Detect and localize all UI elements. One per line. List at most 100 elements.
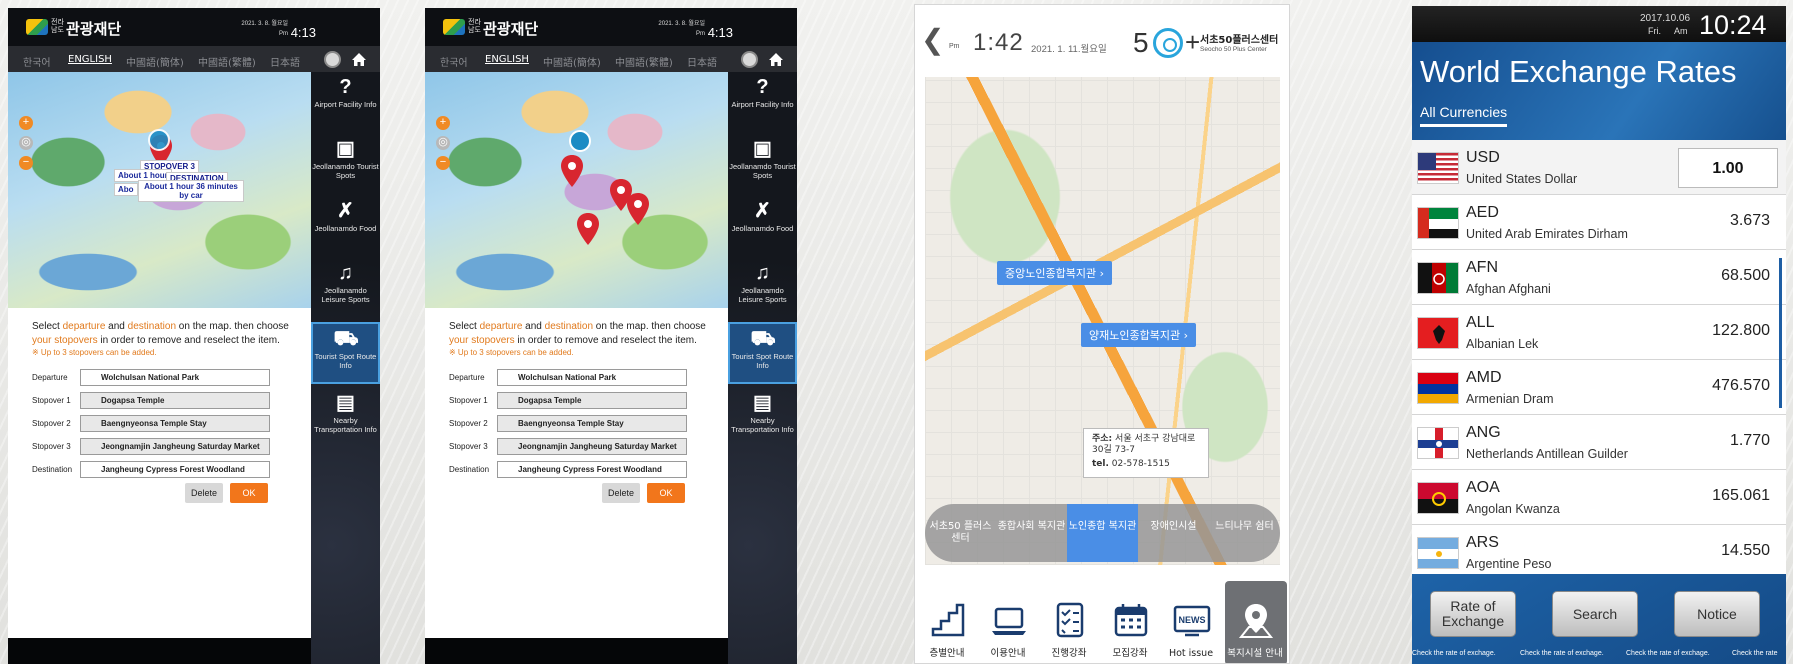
- facility-map[interactable]: 중앙노인종합복지관 › 양재노인종합복지관 › 주소: 서울 서초구 강남대로3…: [925, 77, 1280, 565]
- menu-floor-guide[interactable]: 층별안내: [917, 581, 977, 663]
- facility-info-box: 주소: 서울 서초구 강남대로30길 73-7 tel. 02-578-1515: [1083, 428, 1209, 478]
- sidebar-item-food[interactable]: ✗ Jeollanamdo Food: [728, 196, 797, 258]
- sidebar-item-leisure[interactable]: ♫ Jeollanamdo Leisure Sports: [728, 258, 797, 320]
- stopover1-label: Stopover 1: [449, 396, 488, 405]
- date: 2021. 1. 11.월요일: [1031, 44, 1107, 55]
- lang-chinese-traditional[interactable]: 中國語(繁體): [198, 54, 256, 69]
- zoom-out-icon[interactable]: −: [19, 156, 33, 170]
- ok-button[interactable]: OK: [230, 483, 268, 503]
- zoom-in-icon[interactable]: +: [19, 116, 33, 130]
- list-item[interactable]: ANG Netherlands Antillean Guilder 1.770: [1412, 415, 1786, 470]
- lang-korean[interactable]: 한국어: [23, 54, 51, 69]
- home-icon[interactable]: [351, 52, 367, 67]
- facility-callout-yangjae[interactable]: 양재노인종합복지관 ›: [1081, 323, 1196, 347]
- list-item[interactable]: ALL Albanian Lek 122.800: [1412, 305, 1786, 360]
- sidebar-item-leisure[interactable]: ♫ Jeollanamdo Leisure Sports: [311, 258, 380, 320]
- lang-korean[interactable]: 한국어: [440, 54, 468, 69]
- checklist-icon: [1051, 601, 1089, 639]
- tab-disability[interactable]: 장애인시설: [1138, 504, 1209, 562]
- list-item[interactable]: AFN Afghan Afghani 68.500: [1412, 250, 1786, 305]
- rate-of-exchange-button[interactable]: Rate of Exchange: [1430, 591, 1516, 637]
- map-pin-icon[interactable]: [575, 212, 601, 246]
- tab-senior-welfare[interactable]: 노인종합 복지관: [1067, 504, 1138, 562]
- laptop-icon: [990, 601, 1028, 639]
- location-reset-icon[interactable]: ◎: [19, 136, 33, 150]
- sidebar-item-tourist-spots[interactable]: ▣ Jeollanamdo Tourist Spots: [311, 134, 380, 196]
- foundation-logo-icon: [443, 19, 465, 35]
- delete-button[interactable]: Delete: [185, 483, 223, 503]
- tab-zelkova-shelter[interactable]: 느티나무 쉼터: [1209, 504, 1280, 562]
- tab-social-welfare[interactable]: 종합사회 복지관: [996, 504, 1067, 562]
- ok-button[interactable]: OK: [647, 483, 685, 503]
- sidebar-item-transportation[interactable]: ▤ Nearby Transportation Info: [311, 388, 380, 458]
- stopover3-field[interactable]: Jeongnamjin Jangheung Saturday Market: [80, 438, 270, 455]
- sidebar-item-route-info[interactable]: ⛟ Tourist Spot Route Info: [728, 322, 797, 384]
- accessibility-icon[interactable]: [324, 51, 341, 68]
- scrollbar[interactable]: [1779, 258, 1782, 408]
- facility-callout-jungang[interactable]: 중앙노인종합복지관 ›: [997, 261, 1112, 285]
- departure-label: Departure: [32, 373, 68, 382]
- location-reset-icon[interactable]: ◎: [436, 136, 450, 150]
- map-pin-icon[interactable]: [625, 192, 651, 226]
- menu-hot-issue[interactable]: NEWS Hot issue: [1161, 581, 1221, 663]
- stopover1-field[interactable]: Dogapsa Temple: [497, 392, 687, 409]
- sidebar-item-route-info[interactable]: ⛟ Tourist Spot Route Info: [311, 322, 380, 384]
- currency-rate: 1.770: [1729, 432, 1770, 449]
- logo-province-text: 전라남도: [468, 18, 481, 34]
- flag-aoa-icon: [1417, 482, 1459, 514]
- zoom-out-icon[interactable]: −: [436, 156, 450, 170]
- lang-japanese[interactable]: 日本語: [270, 54, 300, 69]
- sidebar-item-airport[interactable]: ? Airport Facility Info: [311, 72, 380, 134]
- lang-chinese-simplified[interactable]: 中國語(簡体): [543, 54, 601, 69]
- base-amount-input[interactable]: 1.00: [1678, 148, 1778, 188]
- brand-name-english: Seocho 50 Plus Center: [1200, 46, 1267, 53]
- destination-field[interactable]: Jangheung Cypress Forest Woodland: [497, 461, 687, 478]
- menu-ongoing-courses[interactable]: 진행강좌: [1039, 581, 1099, 663]
- stopover3-field[interactable]: Jeongnamjin Jangheung Saturday Market: [497, 438, 687, 455]
- accessibility-icon[interactable]: [741, 51, 758, 68]
- sidebar-item-food[interactable]: ✗ Jeollanamdo Food: [311, 196, 380, 258]
- route-form: Select departure and destination on the …: [8, 308, 311, 638]
- lang-english[interactable]: ENGLISH: [485, 54, 529, 65]
- lang-chinese-simplified[interactable]: 中國語(簡体): [126, 54, 184, 69]
- list-item[interactable]: ARS Argentine Peso 14.550: [1412, 525, 1786, 574]
- sidebar-item-tourist-spots[interactable]: ▣ Jeollanamdo Tourist Spots: [728, 134, 797, 196]
- sidebar-item-airport[interactable]: ? Airport Facility Info: [728, 72, 797, 134]
- list-item[interactable]: AED United Arab Emirates Dirham 3.673: [1412, 195, 1786, 250]
- ampm: Pm: [696, 31, 705, 37]
- list-item[interactable]: AOA Angolan Kwanza 165.061: [1412, 470, 1786, 525]
- notice-button[interactable]: Notice: [1674, 591, 1760, 637]
- stopover2-field[interactable]: Baengnyeonsa Temple Stay: [80, 415, 270, 432]
- tourist-map[interactable]: + ◎ − STOPOVER 3 About 1 hour DESTINATIO…: [8, 72, 311, 308]
- sidebar-item-transportation[interactable]: ▤ Nearby Transportation Info: [728, 388, 797, 458]
- departure-field[interactable]: Wolchulsan National Park: [80, 369, 270, 386]
- ampm: Pm: [949, 43, 960, 50]
- map-tooltip-partial: Abo: [114, 183, 138, 196]
- zoom-in-icon[interactable]: +: [436, 116, 450, 130]
- menu-usage-guide[interactable]: 이용안내: [978, 581, 1038, 663]
- list-item[interactable]: AMD Armenian Dram 476.570: [1412, 360, 1786, 415]
- home-icon[interactable]: [768, 52, 784, 67]
- destination-field[interactable]: Jangheung Cypress Forest Woodland: [80, 461, 270, 478]
- lang-japanese[interactable]: 日本語: [687, 54, 717, 69]
- flag-amd-icon: [1417, 372, 1459, 404]
- stopover2-field[interactable]: Baengnyeonsa Temple Stay: [497, 415, 687, 432]
- map-pin-icon[interactable]: [146, 128, 172, 162]
- currency-rate: 68.500: [1721, 267, 1770, 284]
- departure-field[interactable]: Wolchulsan National Park: [497, 369, 687, 386]
- currency-list[interactable]: USD United States Dollar 1.00 AED United…: [1412, 140, 1786, 574]
- list-item[interactable]: USD United States Dollar 1.00: [1412, 140, 1786, 195]
- delete-button[interactable]: Delete: [602, 483, 640, 503]
- menu-recruiting-courses[interactable]: 모집강좌: [1100, 581, 1160, 663]
- lang-chinese-traditional[interactable]: 中國語(繁體): [615, 54, 673, 69]
- tab-seocho50[interactable]: 서초50 플러스센터: [925, 504, 996, 562]
- map-pin-icon[interactable]: [559, 154, 585, 188]
- menu-welfare-facilities[interactable]: 복지시설 안내: [1225, 581, 1287, 663]
- destination-row: Destination Jangheung Cypress Forest Woo…: [449, 461, 699, 479]
- tab-all-currencies[interactable]: All Currencies: [1420, 104, 1508, 127]
- back-arrow-icon[interactable]: ❮: [921, 23, 944, 56]
- stopover1-field[interactable]: Dogapsa Temple: [80, 392, 270, 409]
- lang-english[interactable]: ENGLISH: [68, 54, 112, 65]
- tourist-map[interactable]: + ◎ −: [425, 72, 728, 308]
- search-button[interactable]: Search: [1552, 591, 1638, 637]
